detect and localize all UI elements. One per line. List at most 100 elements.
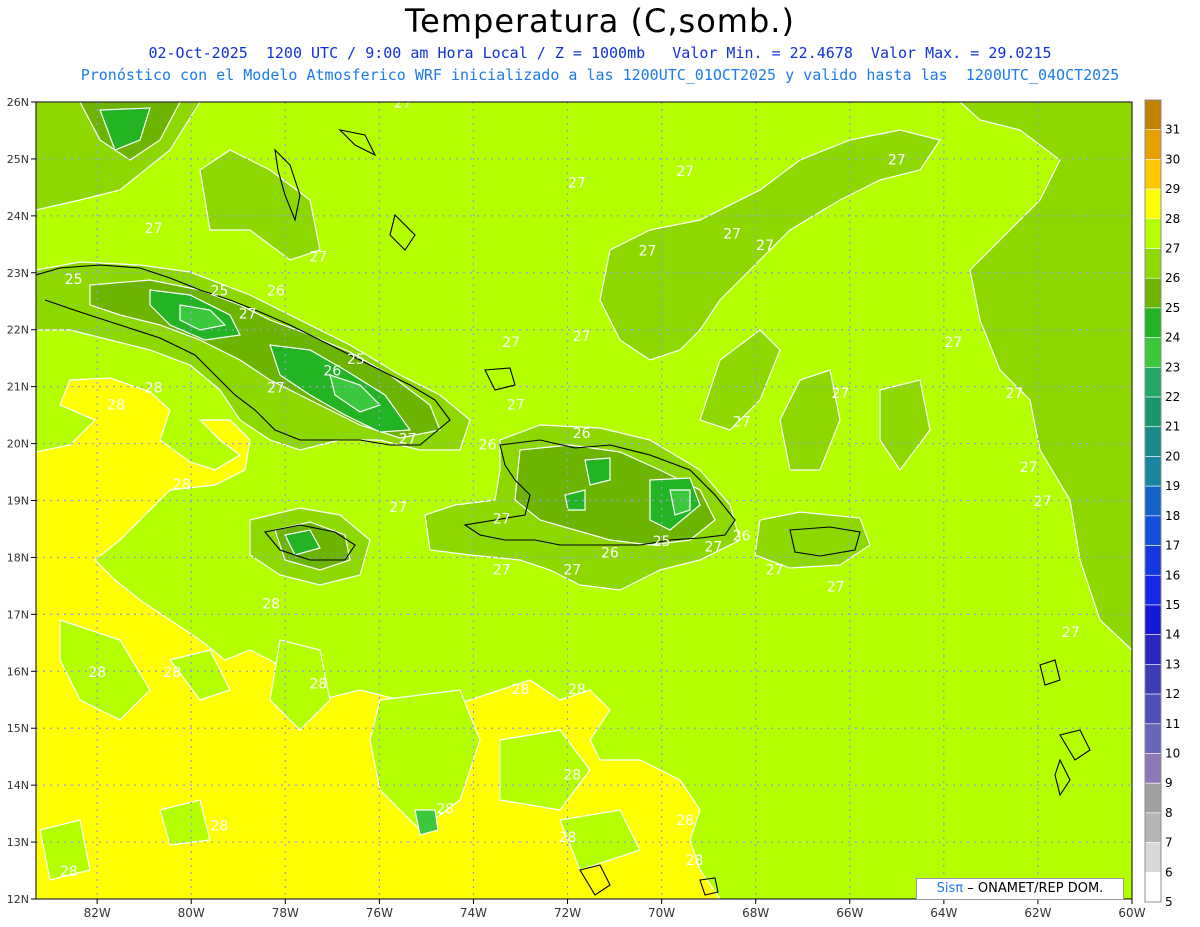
contour-label: 28 [436, 802, 454, 818]
lon-tick-label: 68W [742, 906, 769, 920]
contour-label: 27 [1005, 386, 1023, 402]
contour-label: 27 [493, 511, 511, 527]
contour-label: 28 [309, 676, 327, 692]
colorbar-swatch [1144, 159, 1162, 190]
colorbar-swatch [1144, 188, 1162, 220]
credit-brand: Sisπ [936, 881, 964, 896]
lon-tick-label: 60W [1118, 906, 1145, 920]
lon-tick-label: 72W [554, 906, 581, 920]
colorbar-label: 31 [1165, 123, 1180, 137]
contour-label: 27 [507, 397, 525, 413]
colorbar-swatch [1144, 545, 1162, 576]
colorbar-swatch [1144, 574, 1162, 606]
lon-tick-label: 80W [178, 906, 205, 920]
lon-tick-label: 70W [648, 906, 675, 920]
colorbar-label: 11 [1165, 717, 1180, 731]
colorbar-label: 12 [1165, 687, 1180, 701]
contour-label: 27 [239, 306, 257, 322]
lon-tick-label: 64W [930, 906, 957, 920]
lon-tick-label: 66W [836, 906, 863, 920]
contour-label: 27 [676, 164, 694, 180]
colorbar-label: 19 [1165, 479, 1180, 493]
colorbar-label: 30 [1165, 152, 1180, 166]
contour-label: 27 [639, 244, 657, 260]
lat-tick-label: 25N [7, 153, 29, 166]
colorbar-swatch [1144, 485, 1162, 517]
lon-tick-label: 78W [272, 906, 299, 920]
lat-tick-label: 13N [7, 836, 29, 849]
contour-label: 27 [568, 175, 586, 191]
lat-tick-label: 21N [7, 381, 29, 394]
colorbar-label: 10 [1165, 746, 1180, 760]
contour-label: 26 [733, 528, 751, 544]
colorbar-label: 26 [1165, 271, 1180, 285]
colorbar-label: 8 [1165, 806, 1173, 820]
lat-tick-label: 23N [7, 267, 29, 280]
contour-label: 28 [262, 597, 280, 613]
contour-label: 26 [601, 545, 619, 561]
contour-label: 27 [1034, 494, 1052, 510]
contour-label: 27 [831, 386, 849, 402]
colorbar-swatch [1144, 782, 1162, 814]
contour-label: 27 [827, 580, 845, 596]
contour-label: 28 [512, 682, 530, 698]
contour-label: 27 [399, 432, 417, 448]
contour-label: 27 [888, 153, 906, 169]
colorbar-label: 6 [1165, 865, 1173, 879]
contour-label: 26 [267, 284, 285, 300]
map-plot-area: 27 27 27 27 27 27 27 27 27 25 25 26 27 25 26 27 27 26 27 27… [36, 96, 1132, 899]
lat-tick-label: 15N [7, 722, 29, 735]
colorbar-label: 18 [1165, 509, 1180, 523]
contour-label: 28 [686, 853, 704, 869]
colorbar-label: 21 [1165, 420, 1180, 434]
contour-label: 26 [479, 437, 497, 453]
lat-tick-label: 18N [7, 551, 29, 564]
contour-label: 27 [723, 227, 741, 243]
contour-label: 25 [211, 284, 229, 300]
colorbar-swatch [1144, 367, 1162, 398]
colorbar-swatch [1144, 337, 1162, 368]
contour-label: 28 [107, 397, 125, 413]
lat-tick-label: 26N [7, 96, 29, 109]
contour-label: 27 [389, 500, 407, 516]
contour-label: 25 [653, 534, 671, 550]
contour-label: 27 [1020, 460, 1038, 476]
colorbar-swatch [1144, 426, 1162, 457]
lon-tick-label: 62W [1024, 906, 1051, 920]
contour-label: 28 [211, 819, 229, 835]
colorbar-swatch [1144, 456, 1162, 487]
colorbar-label: 5 [1165, 895, 1173, 909]
longitude-labels: 82W 80W 78W 76W 74W 72W 70W 68W 66W 64W 62W 60W [84, 899, 1146, 920]
contour-label: 27 [145, 221, 163, 237]
colorbar-swatch [1144, 842, 1162, 873]
temperature-map: 27 27 27 27 27 27 27 27 27 25 25 26 27 25 26 27 27 26 27 27… [7, 96, 1181, 920]
contour-label: 25 [347, 352, 365, 368]
lat-tick-label: 22N [7, 324, 29, 337]
contour-label: 26 [573, 426, 591, 442]
lat-tick-label: 20N [7, 438, 29, 451]
lat-tick-label: 19N [7, 495, 29, 508]
colorbar-label: 13 [1165, 657, 1180, 671]
colorbar-swatch [1144, 99, 1162, 131]
contour-label: 28 [563, 767, 581, 783]
contour-label: 28 [559, 830, 577, 846]
lat-tick-label: 16N [7, 665, 29, 678]
colorbar-swatch [1144, 693, 1162, 725]
colorbar-label: 7 [1165, 836, 1173, 850]
colorbar-label: 9 [1165, 776, 1173, 790]
contour-label: 27 [704, 540, 722, 556]
colorbar-swatch [1144, 307, 1162, 338]
contour-label: 27 [944, 335, 962, 351]
credit-box: Sisπ – ONAMET/REP DOM. [916, 878, 1124, 900]
contour-label: 28 [568, 682, 586, 698]
colorbar-swatch [1144, 604, 1162, 635]
colorbar-label: 14 [1165, 628, 1180, 642]
lat-tick-label: 24N [7, 210, 29, 223]
colorbar-swatch [1144, 812, 1162, 843]
contour-label: 27 [394, 96, 412, 112]
colorbar-label: 23 [1165, 360, 1180, 374]
lat-tick-label: 14N [7, 779, 29, 792]
contour-label: 28 [676, 813, 694, 829]
credit-text: – ONAMET/REP DOM. [963, 881, 1104, 896]
contour-label: 27 [766, 563, 784, 579]
